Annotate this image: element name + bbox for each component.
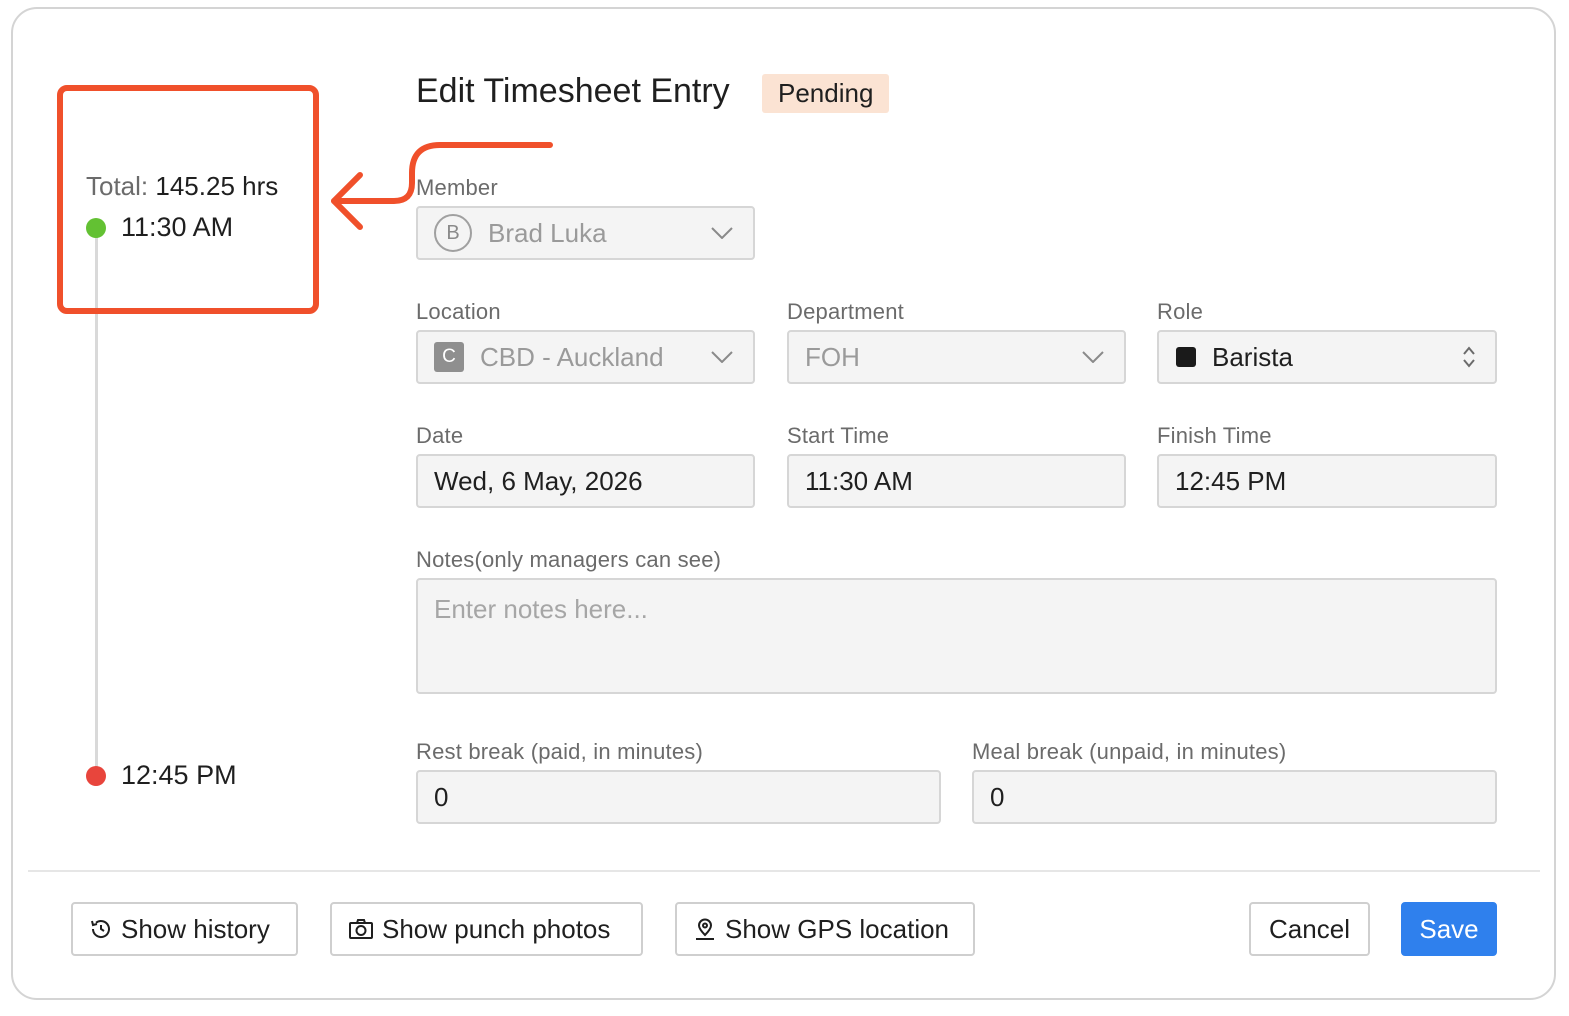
meal-break-input[interactable]: 0 bbox=[972, 770, 1497, 824]
notes-textarea[interactable]: Enter notes here... bbox=[416, 578, 1497, 694]
show-history-label: Show history bbox=[121, 913, 270, 944]
location-icon: C bbox=[434, 342, 464, 372]
rest-break-input[interactable]: 0 bbox=[416, 770, 941, 824]
member-select[interactable]: B Brad Luka bbox=[416, 206, 755, 260]
cancel-button[interactable]: Cancel bbox=[1249, 902, 1370, 956]
department-value: FOH bbox=[805, 341, 860, 372]
chevron-down-icon bbox=[711, 351, 733, 363]
show-history-button[interactable]: Show history bbox=[71, 902, 298, 956]
save-button[interactable]: Save bbox=[1401, 902, 1497, 956]
start-time-field[interactable]: 11:30 AM bbox=[787, 454, 1126, 508]
meal-break-value: 0 bbox=[990, 781, 1005, 812]
rest-break-label: Rest break (paid, in minutes) bbox=[416, 739, 704, 764]
notes-label: Notes(only managers can see) bbox=[416, 547, 722, 572]
chevron-down-icon bbox=[1082, 351, 1104, 363]
role-select[interactable]: Barista bbox=[1157, 330, 1497, 384]
date-value: Wed, 6 May, 2026 bbox=[434, 465, 643, 496]
role-label: Role bbox=[1157, 299, 1204, 324]
status-badge: Pending bbox=[762, 74, 890, 113]
chevron-down-icon bbox=[711, 227, 733, 239]
history-icon bbox=[89, 917, 113, 941]
finish-time-field[interactable]: 12:45 PM bbox=[1157, 454, 1497, 508]
show-punch-photos-label: Show punch photos bbox=[382, 913, 611, 944]
rest-break-value: 0 bbox=[434, 781, 449, 812]
end-dot bbox=[86, 766, 106, 786]
show-gps-location-label: Show GPS location bbox=[725, 913, 950, 944]
cancel-label: Cancel bbox=[1269, 913, 1350, 944]
map-pin-icon bbox=[693, 917, 717, 941]
member-label: Member bbox=[416, 175, 498, 200]
timeline-end-time: 12:45 PM bbox=[121, 760, 237, 790]
location-value: CBD - Auckland bbox=[480, 341, 664, 372]
sort-updown-icon bbox=[1463, 346, 1475, 368]
show-punch-photos-button[interactable]: Show punch photos bbox=[330, 902, 643, 956]
finish-time-value: 12:45 PM bbox=[1175, 465, 1287, 496]
show-gps-location-button[interactable]: Show GPS location bbox=[675, 902, 975, 956]
page-title: Edit Timesheet Entry bbox=[416, 72, 730, 110]
meal-break-label: Meal break (unpaid, in minutes) bbox=[972, 739, 1287, 764]
finish-time-label: Finish Time bbox=[1157, 423, 1272, 448]
date-field[interactable]: Wed, 6 May, 2026 bbox=[416, 454, 755, 508]
date-label: Date bbox=[416, 423, 464, 448]
camera-icon bbox=[348, 918, 374, 940]
start-time-label: Start Time bbox=[787, 423, 890, 448]
member-value: Brad Luka bbox=[488, 217, 607, 248]
avatar: B bbox=[434, 214, 472, 252]
start-time-value: 11:30 AM bbox=[805, 465, 913, 496]
location-label: Location bbox=[416, 299, 501, 324]
annotation-highlight-box bbox=[57, 85, 319, 314]
department-label: Department bbox=[787, 299, 904, 324]
role-value: Barista bbox=[1212, 341, 1293, 372]
save-label: Save bbox=[1419, 913, 1479, 944]
role-color-swatch bbox=[1176, 347, 1196, 367]
footer-divider bbox=[28, 870, 1540, 872]
notes-placeholder: Enter notes here... bbox=[434, 594, 648, 624]
location-select[interactable]: C CBD - Auckland bbox=[416, 330, 755, 384]
department-select[interactable]: FOH bbox=[787, 330, 1126, 384]
